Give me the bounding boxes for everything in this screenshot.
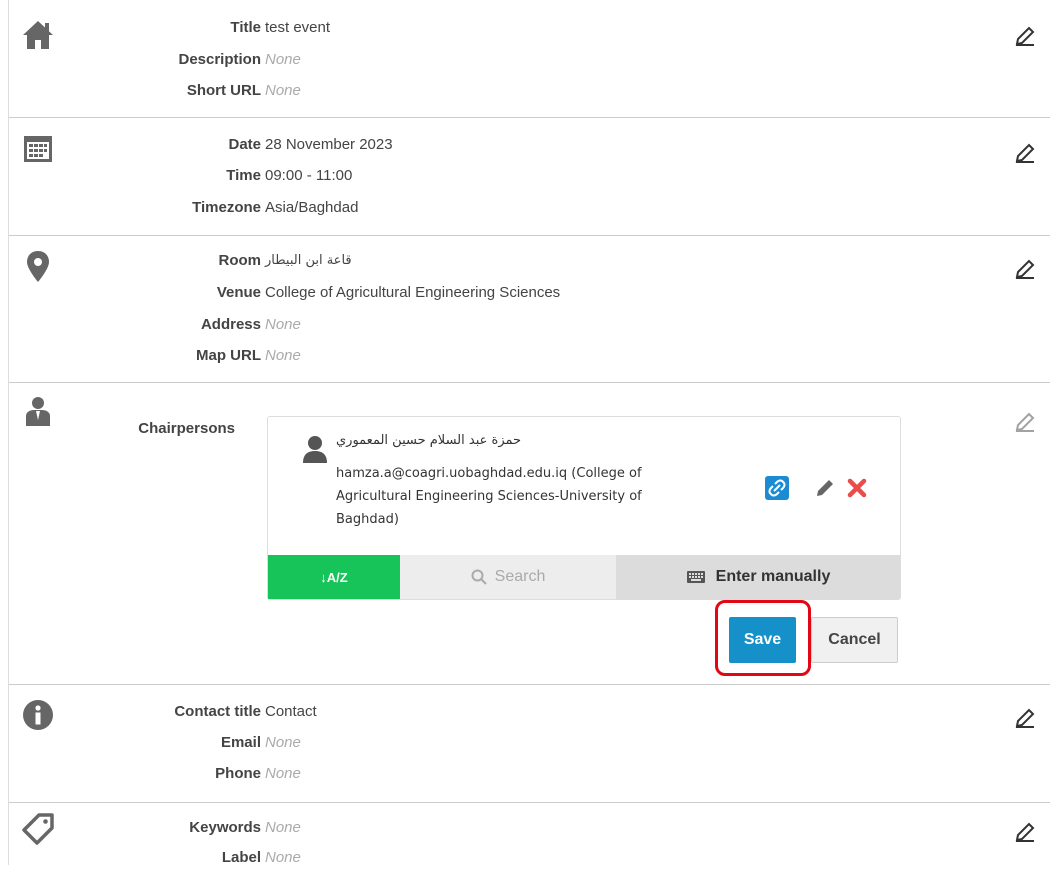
edit-chairperson-icon[interactable] xyxy=(814,477,836,499)
search-button[interactable]: Search xyxy=(400,555,616,599)
map-url-row: Map URL None xyxy=(9,346,1050,366)
email-label: Email xyxy=(220,734,261,751)
cancel-button[interactable]: Cancel xyxy=(811,617,898,663)
venue-row: Venue College of Agricultural Engineerin… xyxy=(9,283,1050,303)
location-section: Room قاعة ابن البيطار Venue College of A… xyxy=(9,235,1050,383)
general-section: Title test event Description None Short … xyxy=(9,0,1050,118)
room-label: Room xyxy=(218,252,262,269)
title-value: test event xyxy=(265,19,331,36)
enter-manually-button[interactable]: Enter manually xyxy=(616,555,900,599)
datetime-section: Date 28 November 2023 Time 09:00 - 11:00… xyxy=(9,117,1050,236)
timezone-label: Timezone xyxy=(192,199,261,216)
phone-label: Phone xyxy=(215,765,261,782)
label-label: Label xyxy=(221,849,261,866)
timezone-row: Timezone Asia/Baghdad xyxy=(9,198,1050,218)
sort-alpha-icon: ↓A/Z xyxy=(320,569,348,585)
contact-title-row: Contact title Contact xyxy=(9,702,1050,722)
title-label: Title xyxy=(230,19,261,36)
room-row: Room قاعة ابن البيطار xyxy=(9,251,1050,271)
email-row: Email None xyxy=(9,733,1050,753)
sort-button[interactable]: ↓A/Z xyxy=(268,555,400,599)
label-value: None xyxy=(265,849,301,866)
classification-section: Keywords None Label None xyxy=(9,802,1050,882)
phone-row: Phone None xyxy=(9,764,1050,784)
keywords-value: None xyxy=(265,819,301,836)
map-url-value: None xyxy=(265,347,301,364)
date-row: Date 28 November 2023 xyxy=(9,135,1050,155)
keywords-label: Keywords xyxy=(189,819,261,836)
description-label: Description xyxy=(178,51,261,68)
enter-manually-label: Enter manually xyxy=(715,568,831,585)
chairpersons-label: Chairpersons xyxy=(138,420,235,437)
edit-chairpersons-pencil-icon[interactable] xyxy=(1013,410,1037,434)
timezone-value: Asia/Baghdad xyxy=(265,199,359,216)
link-icon[interactable] xyxy=(765,476,789,500)
description-value: None xyxy=(265,51,301,68)
event-settings-page: Title test event Description None Short … xyxy=(8,0,1050,866)
contact-title-label: Contact title xyxy=(174,703,261,720)
venue-label: Venue xyxy=(216,284,261,301)
room-value: قاعة ابن البيطار xyxy=(265,253,352,268)
contact-section: Contact title Contact Email None Phone N… xyxy=(9,684,1050,803)
venue-value: College of Agricultural Engineering Scie… xyxy=(265,284,561,301)
save-button[interactable]: Save xyxy=(729,617,796,663)
keyboard-icon xyxy=(686,571,705,583)
label-row: Label None xyxy=(9,848,1050,868)
chairpersons-widget: حمزة عبد السلام حسين المعموري hamza.a@co… xyxy=(267,416,901,600)
time-row: Time 09:00 - 11:00 xyxy=(9,166,1050,186)
description-row: Description None xyxy=(9,50,1050,70)
title-row: Title test event xyxy=(9,18,1050,38)
address-row: Address None xyxy=(9,315,1050,335)
short-url-label: Short URL xyxy=(186,82,261,99)
remove-chairperson-icon[interactable] xyxy=(846,477,868,499)
address-value: None xyxy=(265,316,301,333)
date-label: Date xyxy=(228,136,261,153)
user-icon xyxy=(303,436,327,463)
chairperson-name: حمزة عبد السلام حسين المعموري xyxy=(336,433,522,448)
address-label: Address xyxy=(200,316,261,333)
contact-title-value: Contact xyxy=(265,703,317,720)
search-label: Search xyxy=(494,568,546,585)
map-url-label: Map URL xyxy=(196,347,261,364)
short-url-row: Short URL None xyxy=(9,81,1050,101)
chairpersons-toolbar: ↓A/Z Search Enter manually xyxy=(268,555,900,599)
keywords-row: Keywords None xyxy=(9,818,1050,838)
search-icon xyxy=(471,569,487,585)
email-value: None xyxy=(265,734,301,751)
time-label: Time xyxy=(226,167,261,184)
date-value: 28 November 2023 xyxy=(265,136,393,153)
time-value: 09:00 - 11:00 xyxy=(265,167,353,184)
chairperson-detail: hamza.a@coagri.uobaghdad.edu.iq (College… xyxy=(336,466,642,527)
phone-value: None xyxy=(265,765,301,782)
short-url-value: None xyxy=(265,82,301,99)
